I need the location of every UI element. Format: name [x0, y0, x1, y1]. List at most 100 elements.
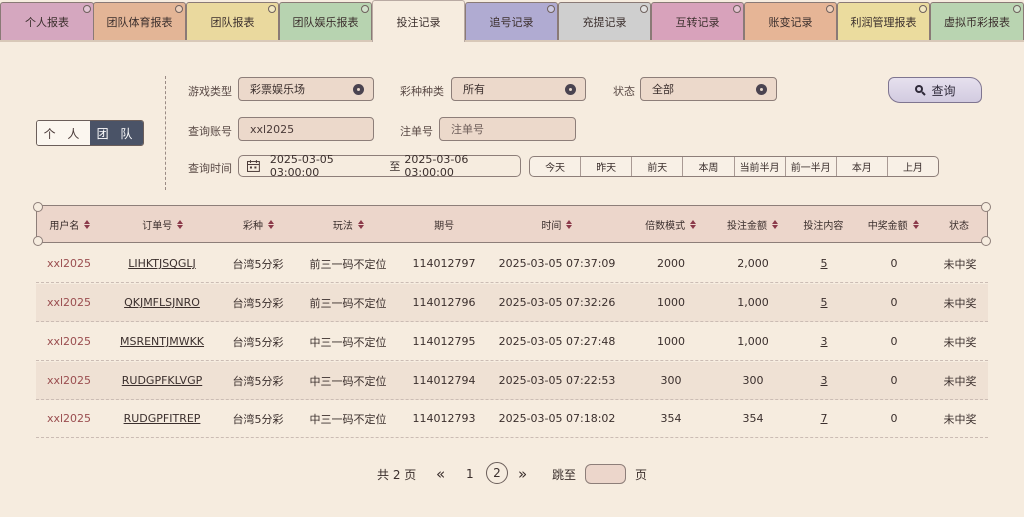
quick-range-this-week[interactable]: 本周	[683, 157, 735, 176]
cell-issue-number: 114012794	[412, 374, 476, 387]
cell-bet-amount: 1,000	[737, 335, 769, 348]
col-header-username[interactable]: 用户名	[37, 206, 103, 242]
cell-play-method: 前三一码不定位	[309, 296, 387, 310]
account-label: 查询账号	[188, 125, 232, 138]
tab-team-report[interactable]: 团队报表	[186, 2, 279, 40]
order-number-link[interactable]: MSRENTJMWKK	[120, 335, 204, 348]
query-button[interactable]: 查询	[888, 77, 982, 103]
account-value: xxl2025	[250, 122, 295, 136]
col-header-play-method[interactable]: 玩法	[294, 206, 402, 242]
order-number-link[interactable]: RUDGPFKLVGP	[122, 374, 202, 387]
prev-page-button[interactable]: «	[436, 462, 445, 486]
pagination: 共 2 页 « 1 2 » 跳至 页	[0, 462, 1024, 486]
cell-win-amount: 0	[890, 335, 898, 348]
jump-page-input[interactable]	[585, 464, 626, 484]
bet-content-link[interactable]: 7	[821, 412, 828, 425]
table-row: xxl2025 RUDGPFITREP 台湾5分彩 中三一码不定位 114012…	[36, 400, 988, 438]
order-number-link[interactable]: QKJMFLSJNRO	[124, 296, 200, 309]
col-header-label: 用户名	[49, 220, 80, 232]
order-number-link[interactable]: RUDGPFITREP	[124, 412, 201, 425]
order-number-link[interactable]: LIHKTJSQGLJ	[128, 257, 196, 270]
quick-range-current-half-month[interactable]: 当前半月	[735, 157, 786, 176]
col-header-multiplier-mode[interactable]: 倍数模式	[628, 206, 714, 242]
page-suffix-label: 页	[635, 467, 648, 482]
cell-win-amount: 0	[890, 257, 898, 270]
time-separator: 至	[389, 160, 401, 173]
quick-range-today[interactable]: 今天	[530, 157, 582, 176]
tab-corner-icon	[361, 5, 369, 13]
cell-status: 未中奖	[943, 412, 977, 426]
tab-account-change-records[interactable]: 账变记录	[744, 2, 837, 40]
cell-play-method: 前三一码不定位	[309, 257, 387, 271]
date-range-picker[interactable]: 2025-03-05 03:00:00 至 2025-03-06 03:00:0…	[238, 153, 521, 179]
tab-bet-records[interactable]: 投注记录	[372, 0, 465, 42]
cell-status: 未中奖	[943, 257, 977, 271]
cell-play-method: 中三一码不定位	[309, 374, 387, 388]
cell-multiplier-mode: 1000	[657, 296, 685, 309]
bet-content-link[interactable]: 3	[821, 335, 828, 348]
cell-time: 2025-03-05 07:27:48	[498, 335, 616, 348]
dropdown-icon	[565, 84, 576, 95]
tab-underline	[0, 40, 1024, 42]
order-number-input[interactable]: 注单号	[439, 117, 576, 141]
col-header-time[interactable]: 时间	[486, 206, 628, 242]
tab-label: 充提记录	[582, 15, 627, 29]
tab-team-entertainment-report[interactable]: 团队娱乐报表	[279, 2, 372, 40]
quick-range-yesterday[interactable]: 昨天	[581, 157, 633, 176]
table-header: 用户名 订单号 彩种 玩法 期号 时间 倍数模式 投注金额 投注内容 中奖金额 …	[33, 202, 991, 246]
cell-username: xxl2025	[46, 412, 92, 425]
col-header-bet-content: 投注内容	[791, 206, 855, 242]
tab-transfer-records[interactable]: 互转记录	[651, 2, 744, 40]
bet-content-link[interactable]: 5	[821, 257, 828, 270]
scope-personal-button[interactable]: 个 人	[37, 121, 90, 145]
quick-range-day-before[interactable]: 前天	[632, 157, 684, 176]
cell-lottery: 台湾5分彩	[232, 296, 284, 310]
quick-range-this-month[interactable]: 本月	[837, 157, 888, 176]
tab-crypto-lottery-report[interactable]: 虚拟币彩报表	[930, 2, 1024, 40]
col-header-order-number[interactable]: 订单号	[103, 206, 223, 242]
col-header-label: 订单号	[142, 220, 173, 232]
tab-chase-records[interactable]: 追号记录	[465, 2, 558, 40]
table-row: xxl2025 MSRENTJMWKK 台湾5分彩 中三一码不定位 114012…	[36, 323, 988, 361]
sort-icon	[566, 219, 573, 229]
cell-multiplier-mode: 300	[660, 374, 682, 387]
tab-profit-management-report[interactable]: 利润管理报表	[837, 2, 930, 40]
sort-icon	[84, 219, 91, 229]
cell-win-amount: 0	[890, 412, 898, 425]
col-header-label: 倍数模式	[645, 220, 686, 232]
cell-issue-number: 114012793	[412, 412, 476, 425]
cell-multiplier-mode: 354	[660, 412, 682, 425]
col-header-win-amount[interactable]: 中奖金额	[855, 206, 931, 242]
sort-icon	[268, 219, 275, 229]
quick-range-previous-half-month[interactable]: 前一半月	[786, 157, 837, 176]
cell-bet-amount: 300	[742, 374, 764, 387]
bet-content-link[interactable]: 5	[821, 296, 828, 309]
col-header-label: 状态	[949, 220, 970, 232]
cell-multiplier-mode: 2000	[657, 257, 685, 270]
cell-username: xxl2025	[46, 335, 92, 348]
status-select[interactable]: 全部	[640, 77, 777, 101]
cell-time: 2025-03-05 07:37:09	[498, 257, 616, 270]
cell-lottery: 台湾5分彩	[232, 412, 284, 426]
col-header-bet-amount[interactable]: 投注金额	[714, 206, 792, 242]
tab-team-sports-report[interactable]: 团队体育报表	[93, 2, 186, 40]
cell-username: xxl2025	[46, 374, 92, 387]
col-header-lottery[interactable]: 彩种	[223, 206, 295, 242]
page-1-button[interactable]: 1	[466, 462, 474, 486]
tab-personal-report[interactable]: 个人报表	[0, 2, 94, 40]
tab-label: 虚拟币彩报表	[944, 15, 1010, 29]
game-type-label: 游戏类型	[188, 85, 232, 98]
scope-team-button[interactable]: 团 队	[90, 121, 143, 145]
cell-play-method: 中三一码不定位	[309, 335, 387, 349]
game-type-select[interactable]: 彩票娱乐场	[238, 77, 374, 101]
game-type-value: 彩票娱乐场	[250, 83, 305, 96]
account-input[interactable]: xxl2025	[238, 117, 374, 141]
lottery-kind-select[interactable]: 所有	[451, 77, 586, 101]
quick-range-last-month[interactable]: 上月	[888, 157, 938, 176]
page-2-button-current[interactable]: 2	[486, 462, 508, 484]
col-header-label: 投注内容	[803, 220, 844, 232]
bet-content-link[interactable]: 3	[821, 374, 828, 387]
header-corner-ornament	[981, 202, 991, 212]
next-page-button[interactable]: »	[518, 462, 527, 486]
tab-deposit-withdraw-records[interactable]: 充提记录	[558, 2, 651, 40]
